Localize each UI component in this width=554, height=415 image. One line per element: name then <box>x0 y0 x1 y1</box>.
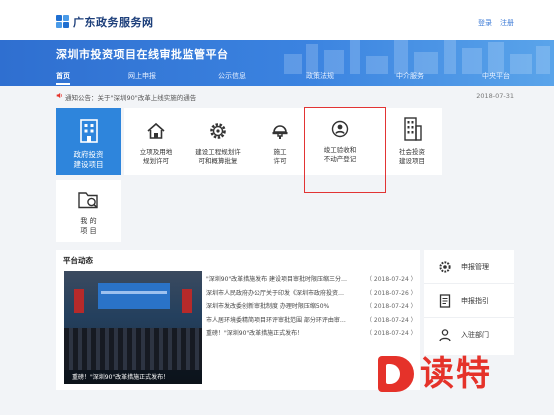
news-title: 平台动态 <box>63 256 93 265</box>
tile-construction-permit-label: 施工 许可 <box>273 148 287 165</box>
nav-item-central-platform[interactable]: 中央平台 <box>482 68 510 86</box>
tile-government-investment-label: 政府投资 建设项目 <box>73 150 104 169</box>
highlight-box <box>304 107 386 193</box>
service-tiles: 立项及用地 规划许可 建设工程规划许 可和概算批复 施工 许可 竣工验收和 不动… <box>124 108 442 175</box>
side-item-departments[interactable]: 入驻部门 <box>424 318 514 352</box>
watermark-logo: 读特 <box>378 350 518 398</box>
nav-item-public-info[interactable]: 公示信息 <box>218 68 246 86</box>
account-links: 登录 注册 <box>478 18 514 28</box>
logo-text: 广东政务服务网 <box>73 16 154 29</box>
site-logo[interactable]: 广东政务服务网 <box>56 14 154 30</box>
register-link[interactable]: 注册 <box>500 18 514 28</box>
nav-item-online-apply[interactable]: 网上申报 <box>128 68 156 86</box>
tile-social-investment-label: 社会投资 建设项目 <box>399 148 425 165</box>
news-item[interactable]: 重磅！"深圳90"改革措施正式发布！（ 2018-07-24 ） <box>206 326 418 340</box>
login-link[interactable]: 登录 <box>478 18 492 28</box>
document-icon <box>439 294 451 308</box>
banner: 深圳市投资项目在线审批监管平台 首页 网上申报 公示信息 政策法规 中介服务 中… <box>0 40 554 86</box>
notice-bar: 通知公告：关于"深圳90"改革上线实施的通告 2018-07-31 <box>56 90 514 102</box>
news-item[interactable]: 市人居环境委精简项目环评审批范围 部分环评由审… （ 2018-07-24 ） <box>206 313 418 327</box>
news-item[interactable]: 深圳市人民政府办公厅关于印发《深圳市政府投资… （ 2018-07-26 ） <box>206 286 418 300</box>
user-icon <box>439 329 451 342</box>
main-nav: 首页 网上申报 公示信息 政策法规 中介服务 中央平台 <box>0 68 554 86</box>
news-item[interactable]: "深圳90"改革措施发布 建设项目审批时限压缩三分… （ 2018-07-24 ） <box>206 272 418 286</box>
site-title: 深圳市投资项目在线审批监管平台 <box>56 48 229 61</box>
tile-construction-permit[interactable]: 施工 许可 <box>250 108 310 175</box>
nav-item-policy[interactable]: 政策法规 <box>306 68 334 86</box>
watermark-text: 读特 <box>420 354 492 394</box>
page: 广东政务服务网 登录 注册 深圳市投资项目在线审批监管平台 首页 网上申报 公示… <box>0 0 554 415</box>
notice-date: 2018-07-31 <box>476 92 514 100</box>
settings-icon <box>439 261 451 273</box>
nav-item-agency[interactable]: 中介服务 <box>396 68 424 86</box>
news-photo-caption: 重磅！"深圳90"改革措施正式发布！ <box>72 374 170 381</box>
tile-land-planning[interactable]: 立项及用地 规划许可 <box>126 108 186 175</box>
tile-engineering-permit[interactable]: 建设工程规划许 可和概算批复 <box>186 108 250 175</box>
logo-icon <box>56 15 70 29</box>
top-bar: 广东政务服务网 登录 注册 <box>0 0 554 40</box>
folder-search-icon <box>77 192 98 209</box>
nav-item-home[interactable]: 首页 <box>56 68 70 86</box>
tile-government-investment[interactable]: 政府投资 建设项目 <box>56 108 121 175</box>
notice-link[interactable]: 通知公告：关于"深圳90"改革上线实施的通告 <box>65 92 196 102</box>
house-icon <box>147 122 165 139</box>
side-item-application-guide[interactable]: 申报指引 <box>424 284 514 318</box>
tile-my-projects-label: 我 的项 目 <box>80 217 97 235</box>
platform-news-panel: 平台动态 重磅！"深圳90"改革措施正式发布！ "深圳90"改革措施发布 建设项… <box>56 250 420 390</box>
helmet-icon <box>272 125 288 139</box>
tile-my-projects[interactable]: 我 的项 目 <box>56 180 121 242</box>
news-list: "深圳90"改革措施发布 建设项目审批时限压缩三分… （ 2018-07-24 ）… <box>206 272 418 340</box>
tile-land-planning-label: 立项及用地 规划许可 <box>139 148 173 165</box>
office-building-icon <box>404 117 422 141</box>
news-photo[interactable]: 重磅！"深圳90"改革措施正式发布！ <box>64 271 202 384</box>
tile-social-investment[interactable]: 社会投资 建设项目 <box>382 108 442 175</box>
side-menu: 申报管理 申报指引 入驻部门 <box>424 250 514 355</box>
tile-engineering-permit-label: 建设工程规划许 可和概算批复 <box>195 148 241 165</box>
speaker-icon <box>56 92 62 99</box>
gear-icon <box>210 123 226 139</box>
watermark-d-icon <box>378 356 414 392</box>
side-item-application-management[interactable]: 申报管理 <box>424 250 514 284</box>
building-icon <box>79 119 98 143</box>
news-item[interactable]: 深圳市发改委创新审批制度 办理时限压缩50% （ 2018-07-24 ） <box>206 299 418 313</box>
